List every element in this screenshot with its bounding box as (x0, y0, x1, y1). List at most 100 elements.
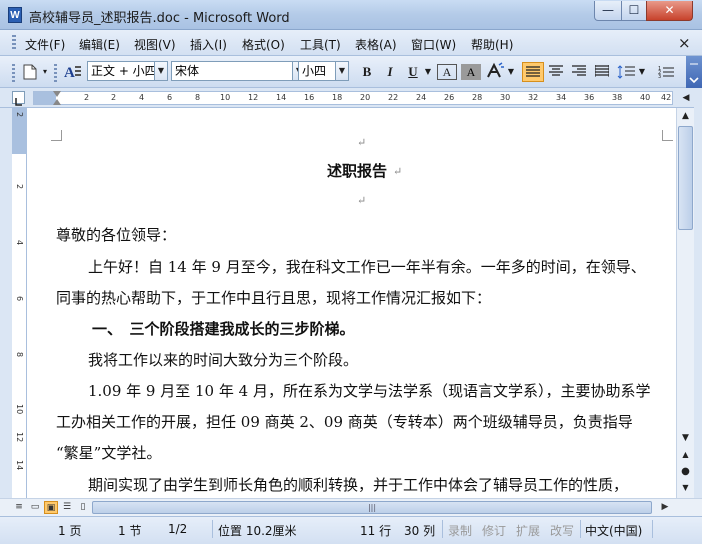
print-layout-view-icon[interactable]: ▣ (44, 501, 58, 514)
text-line[interactable]: 1.09 年 9 月至 10 年 4 月，所在系为文学与法学系（现语言文学系），… (88, 380, 650, 401)
status-column[interactable]: 30 列 (404, 522, 435, 539)
select-browse-object-icon[interactable]: ● (677, 463, 694, 480)
menu-edit[interactable]: 编辑(E) (79, 36, 120, 53)
line-spacing-icon[interactable] (615, 62, 637, 82)
phonetic-dropdown-chevron-icon[interactable]: ▼ (506, 62, 516, 82)
document-title[interactable]: 述职报告 (327, 160, 387, 181)
horizontal-ruler[interactable]: 2 2 4 6 8 10 12 14 16 18 20 22 24 26 28 … (33, 91, 673, 105)
status-position[interactable]: 位置 10.2厘米 (218, 522, 297, 539)
menu-window[interactable]: 窗口(W) (411, 36, 456, 53)
ruler-tick: 8 (15, 352, 24, 358)
close-window-button[interactable]: ✕ (646, 1, 693, 21)
status-section[interactable]: 1 节 (118, 522, 141, 539)
numbering-icon[interactable]: 123 (655, 62, 677, 82)
ruler-tick: 2 (15, 184, 24, 190)
ruler-tick: 40 (640, 93, 651, 102)
status-page[interactable]: 1 页 (58, 522, 81, 539)
toolbar-options-chevron-icon[interactable]: ▾ (40, 62, 50, 82)
text-line[interactable]: 尊敬的各位领导： (56, 224, 176, 245)
margin-corner-mark (51, 130, 62, 141)
character-border-button[interactable]: A (437, 64, 457, 80)
menu-file[interactable]: 文件(F) (25, 36, 65, 53)
ruler-scroll-left-icon[interactable]: ◀ (678, 91, 694, 105)
outline-view-icon[interactable]: ☰ (60, 501, 74, 514)
status-language[interactable]: 中文(中国) (585, 522, 642, 539)
horizontal-scroll-thumb[interactable]: ||| (92, 501, 652, 514)
bold-button[interactable]: B (357, 62, 377, 82)
line-spacing-dropdown-chevron-icon[interactable]: ▼ (637, 62, 647, 82)
vertical-ruler[interactable]: 2 2 4 6 8 10 12 14 (12, 108, 27, 498)
ruler-tick: 10 (15, 404, 24, 415)
horizontal-ruler-row: 2 2 4 6 8 10 12 14 16 18 20 22 24 26 28 … (0, 88, 702, 108)
status-page-of[interactable]: 1/2 (168, 522, 187, 536)
first-line-indent-marker[interactable] (53, 91, 61, 97)
ruler-tick: 16 (304, 93, 315, 102)
toolbar-grip-handle[interactable] (12, 64, 15, 82)
paragraph-mark: ↵ (357, 136, 367, 149)
menu-table[interactable]: 表格(A) (355, 36, 397, 53)
text-line[interactable]: “繁星”文学社。 (56, 442, 161, 463)
status-track-changes[interactable]: 修订 (482, 522, 506, 539)
underline-dropdown-chevron-icon[interactable]: ▼ (423, 62, 433, 82)
scroll-right-icon[interactable]: ▶ (658, 501, 672, 514)
distributed-align-button[interactable] (592, 62, 612, 82)
word-app-icon[interactable]: W (8, 7, 22, 23)
vertical-scroll-thumb[interactable] (678, 126, 693, 230)
underline-button[interactable]: U (403, 62, 423, 82)
menu-format[interactable]: 格式(O) (242, 36, 285, 53)
status-overtype[interactable]: 改写 (550, 522, 574, 539)
font-size-combobox[interactable]: 小四 (298, 61, 336, 81)
minimize-button[interactable]: — (594, 1, 622, 21)
web-layout-view-icon[interactable]: ▭ (28, 501, 42, 514)
menu-tools[interactable]: 工具(T) (300, 36, 341, 53)
text-line[interactable]: 期间实现了由学生到师长角色的顺利转换，并于工作中体会了辅导员工作的性质， (88, 474, 628, 495)
left-gutter (0, 108, 12, 498)
menu-help[interactable]: 帮助(H) (471, 36, 513, 53)
font-combobox[interactable]: 宋体 (171, 61, 293, 81)
menu-view[interactable]: 视图(V) (134, 36, 176, 53)
next-page-icon[interactable]: ▼ (677, 479, 694, 496)
maximize-button[interactable]: ☐ (621, 1, 647, 21)
ruler-tick: 4 (15, 240, 24, 246)
align-center-button[interactable] (546, 62, 566, 82)
scroll-down-icon[interactable]: ▼ (677, 430, 694, 447)
toolbar-overflow-chevron-icon[interactable] (686, 56, 702, 88)
text-line[interactable]: 上午好！自 14 年 9 月至今，我在科文工作已一年半有余。一年多的时间，在领导… (88, 256, 646, 277)
text-line[interactable]: 同事的热心帮助下，于工作中且行且思，现将工作情况汇报如下： (56, 287, 491, 308)
ruler-tick: 6 (15, 296, 24, 302)
styles-and-formatting-icon[interactable]: A (60, 62, 86, 82)
ruler-tick: 18 (332, 93, 343, 102)
phonetic-guide-icon[interactable] (484, 62, 506, 82)
font-size-dropdown-chevron-icon[interactable]: ▼ (336, 61, 349, 81)
previous-page-icon[interactable]: ▲ (677, 446, 694, 463)
svg-text:A: A (64, 65, 75, 80)
align-justify-button[interactable] (522, 62, 544, 82)
scroll-up-icon[interactable]: ▲ (677, 108, 694, 125)
paragraph-mark: ↵ (393, 165, 403, 178)
toolbar-grip-handle-2[interactable] (54, 64, 57, 82)
text-line[interactable]: 我将工作以来的时间大致分为三个阶段。 (88, 349, 358, 370)
menu-insert[interactable]: 插入(I) (190, 36, 227, 53)
style-combobox[interactable]: 正文 + 小四 (87, 61, 155, 81)
document-page[interactable]: ↵ 述职报告 ↵ ↵ 尊敬的各位领导： 上午好！自 14 年 9 月至今，我在科… (27, 108, 676, 498)
vertical-scrollbar[interactable]: ▲ ▼ ▲ ● ▼ (676, 108, 694, 498)
status-divider (652, 520, 653, 538)
character-shading-button[interactable]: A (461, 64, 481, 80)
svg-text:3: 3 (658, 74, 661, 79)
normal-view-icon[interactable]: ≡ (12, 501, 26, 514)
new-document-icon[interactable] (20, 62, 40, 82)
section-heading[interactable]: 一、 三个阶段搭建我成长的三步阶梯。 (92, 318, 355, 339)
italic-button[interactable]: I (380, 62, 400, 82)
text-line[interactable]: 工办相关工作的开展，担任 09 商英 2、09 商英（专转本）两个班级辅导员，负… (56, 411, 633, 432)
reading-layout-view-icon[interactable]: ▯ (76, 501, 90, 514)
status-divider (580, 520, 581, 538)
menu-grip-handle[interactable] (12, 35, 16, 51)
hanging-indent-marker[interactable] (53, 99, 61, 105)
align-right-button[interactable] (569, 62, 589, 82)
style-dropdown-chevron-icon[interactable]: ▼ (155, 61, 168, 81)
status-extend[interactable]: 扩展 (516, 522, 540, 539)
status-line[interactable]: 11 行 (360, 522, 391, 539)
close-document-button[interactable]: × (678, 34, 691, 52)
status-record[interactable]: 录制 (448, 522, 472, 539)
tab-stop-selector[interactable] (12, 91, 25, 106)
